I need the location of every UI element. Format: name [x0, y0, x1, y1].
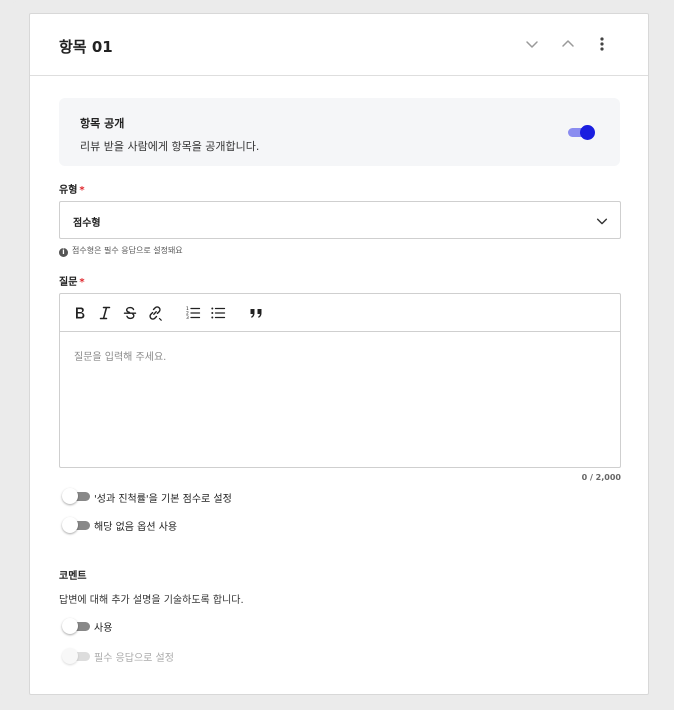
comment-section-description: 답변에 대해 추가 설명을 기술하도록 합니다. [59, 595, 244, 606]
public-setting-title: 항목 공개 [80, 117, 125, 130]
required-mark: * [79, 185, 85, 196]
comment-required-toggle [62, 648, 90, 664]
chevron-down-icon[interactable] [524, 36, 540, 52]
comment-use-label: 사용 [94, 623, 113, 634]
question-editor: 1 2 3 질문을 입력해 주세요. [59, 293, 621, 468]
type-label: 유형 * [59, 185, 85, 196]
not-applicable-label: 해당 없음 옵션 사용 [94, 522, 178, 533]
ordered-list-icon[interactable]: 1 2 3 [185, 305, 201, 321]
question-label: 질문 * [59, 277, 85, 288]
bold-icon[interactable] [72, 305, 88, 321]
quote-icon[interactable] [248, 305, 264, 321]
link-icon[interactable] [147, 305, 163, 321]
app-frame: 항목 01 항목 공개 리뷰 받을 사람에게 항목을 공개합니다. 유형 * 점… [0, 0, 674, 710]
svg-text:3: 3 [186, 315, 189, 321]
chevron-down-icon [596, 218, 608, 225]
required-mark: * [79, 277, 85, 288]
question-placeholder: 질문을 입력해 주세요. [74, 352, 167, 363]
public-setting-description: 리뷰 받을 사람에게 항목을 공개합니다. [80, 140, 260, 153]
comment-use-toggle[interactable] [62, 618, 90, 634]
type-select[interactable]: 점수형 [59, 201, 621, 239]
card-header: 항목 01 [30, 14, 648, 76]
more-options-icon[interactable] [594, 36, 610, 52]
editor-toolbar: 1 2 3 [60, 294, 620, 332]
public-setting-box: 항목 공개 리뷰 받을 사람에게 항목을 공개합니다. [59, 98, 620, 166]
question-textarea[interactable]: 질문을 입력해 주세요. [60, 332, 620, 467]
comment-required-label: 필수 응답으로 설정 [94, 653, 174, 664]
progress-default-score-label: '성과 진척률'을 기본 점수로 설정 [94, 494, 232, 505]
type-select-value: 점수형 [73, 218, 101, 229]
type-hint: i 점수형은 필수 응답으로 설정돼요 [59, 245, 183, 257]
italic-icon[interactable] [97, 305, 113, 321]
strikethrough-icon[interactable] [122, 305, 138, 321]
comment-section-title: 코멘트 [59, 571, 87, 582]
bullet-list-icon[interactable] [210, 305, 226, 321]
character-counter: 0 / 2,000 [581, 473, 621, 482]
chevron-up-icon[interactable] [560, 36, 576, 52]
info-icon: i [59, 248, 68, 257]
not-applicable-toggle[interactable] [62, 517, 90, 533]
item-card: 항목 01 항목 공개 리뷰 받을 사람에게 항목을 공개합니다. 유형 * 점… [29, 13, 649, 695]
public-toggle[interactable] [568, 125, 595, 140]
item-title: 항목 01 [59, 38, 113, 56]
progress-default-score-toggle[interactable] [62, 488, 90, 504]
